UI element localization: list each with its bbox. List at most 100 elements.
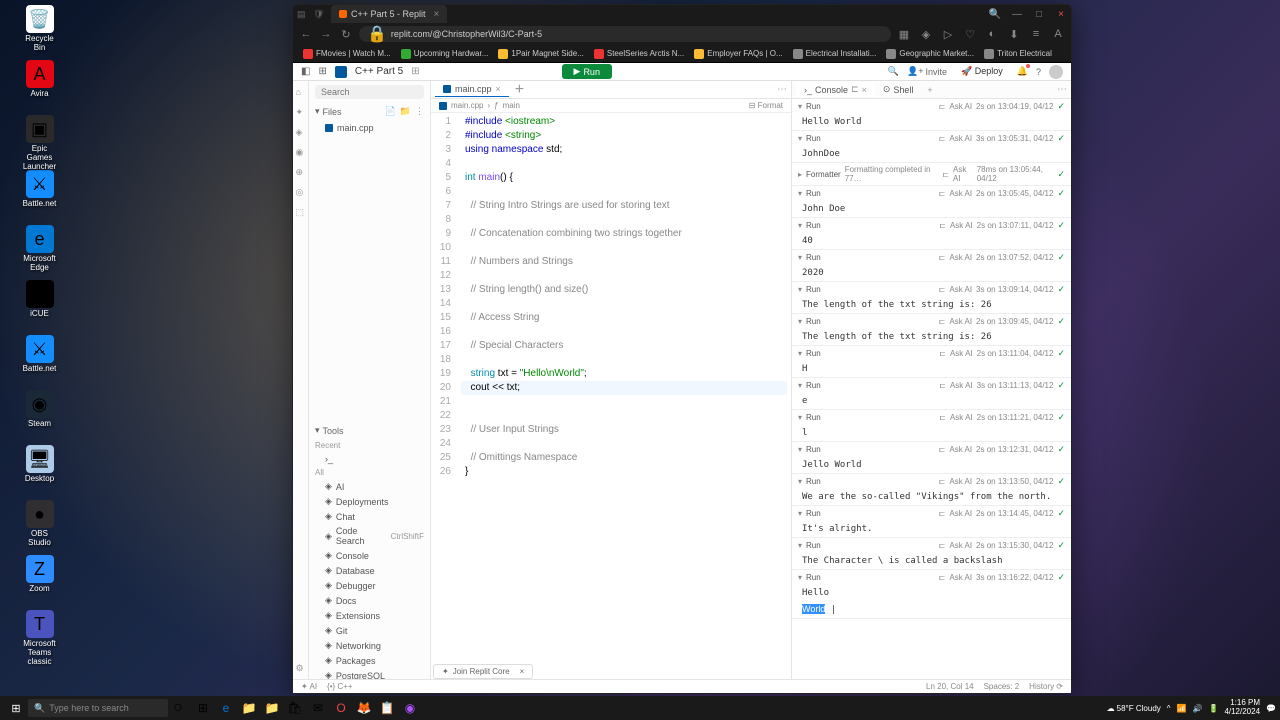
pin-icon[interactable]: ⊏ xyxy=(851,84,859,95)
tool-item[interactable]: ◈Console xyxy=(309,548,430,563)
task-view-icon[interactable]: ⊞ xyxy=(192,698,214,718)
ask-ai-button[interactable]: Ask AI xyxy=(949,445,972,454)
mail-icon[interactable]: ✉ xyxy=(307,698,329,718)
bookmark-item[interactable]: 1Pair Magnet Side... xyxy=(494,47,587,61)
explorer-icon[interactable]: 📁 xyxy=(238,698,260,718)
ext-icon[interactable]: A xyxy=(1051,27,1065,41)
expand-icon[interactable]: ⊏ xyxy=(939,477,946,486)
ask-ai-button[interactable]: Ask AI xyxy=(953,165,973,183)
shell-tab[interactable]: ⊙ Shell xyxy=(875,82,922,97)
ask-ai-button[interactable]: Ask AI xyxy=(949,573,972,582)
chevron-down-icon[interactable]: ▾ xyxy=(798,134,802,143)
ask-ai-button[interactable]: Ask AI xyxy=(950,349,973,358)
url-field[interactable]: 🔒 replit.com/@ChristopherWil3/C-Part-5 xyxy=(359,26,891,42)
cortana-icon[interactable]: ○ xyxy=(168,699,188,717)
menu-icon[interactable]: ≡ xyxy=(1029,27,1043,41)
ask-ai-button[interactable]: Ask AI xyxy=(949,253,972,262)
ask-ai-button[interactable]: Ask AI xyxy=(950,413,973,422)
bookmark-item[interactable]: Electrical Installati... xyxy=(789,47,881,61)
run-button[interactable]: ▶ Run xyxy=(562,64,612,79)
expand-icon[interactable]: ⊏ xyxy=(939,102,946,111)
tool-item[interactable]: ◈Code SearchCtrlShiftF xyxy=(309,524,430,548)
desktop-icon[interactable]: ◉Steam xyxy=(22,390,58,442)
app-icon[interactable]: ◉ xyxy=(399,698,421,718)
breadcrumb[interactable]: main xyxy=(503,101,520,110)
reload-icon[interactable]: ↻ xyxy=(339,27,353,41)
tool-item[interactable]: ◈Docs xyxy=(309,593,430,608)
expand-icon[interactable]: ⊏ xyxy=(939,189,946,198)
sparkle-icon[interactable]: ✦ xyxy=(296,107,306,117)
expand-icon[interactable]: ⊏ xyxy=(939,349,946,358)
tool-item[interactable]: ◈Deployments xyxy=(309,494,430,509)
clock-date[interactable]: 4/12/2024 xyxy=(1224,708,1260,717)
ext-icon[interactable]: ◈ xyxy=(919,27,933,41)
maximize-icon[interactable]: □ xyxy=(1033,8,1045,20)
chevron-down-icon[interactable]: ▾ xyxy=(798,477,802,486)
tool-item[interactable]: ◈Chat xyxy=(309,509,430,524)
file-item-main[interactable]: main.cpp xyxy=(309,120,430,136)
chevron-down-icon[interactable]: ▾ xyxy=(798,253,802,262)
new-file-icon[interactable]: 📄 xyxy=(385,106,396,117)
editor-tab-main[interactable]: main.cpp × xyxy=(435,82,509,97)
close-icon[interactable]: × xyxy=(520,667,525,676)
chevron-down-icon[interactable]: ▾ xyxy=(798,509,802,518)
panel-icon[interactable]: ⊞ xyxy=(318,66,326,77)
notifications-icon[interactable]: 💬 xyxy=(1266,704,1276,713)
chevron-down-icon[interactable]: ▾ xyxy=(798,413,802,422)
opera-icon[interactable]: O xyxy=(330,698,352,718)
browser-tab[interactable]: C++ Part 5 - Replit × xyxy=(331,5,447,23)
ai-button[interactable]: ✦ AI xyxy=(301,682,317,691)
close-tab-icon[interactable]: × xyxy=(496,84,501,94)
tool-item[interactable]: ◈Database xyxy=(309,563,430,578)
new-tab-button[interactable]: + xyxy=(509,81,530,101)
desktop-icon[interactable]: TMicrosoft Teams classic xyxy=(22,610,58,662)
settings-icon[interactable]: ⚙ xyxy=(296,663,306,673)
console-tab[interactable]: ›_ Console ⊏ × xyxy=(796,82,875,97)
chevron-down-icon[interactable]: ▾ xyxy=(798,381,802,390)
tool-item[interactable]: ◈PostgreSQL xyxy=(309,668,430,679)
taskbar-search[interactable]: 🔍 Type here to search xyxy=(28,699,168,717)
edge-icon[interactable]: e xyxy=(215,698,237,718)
ext-icon[interactable]: ◐ xyxy=(985,27,999,41)
desktop-icon[interactable]: eMicrosoft Edge xyxy=(22,225,58,277)
cursor-position[interactable]: Ln 20, Col 14 xyxy=(926,682,974,691)
desktop-icon[interactable]: ⚔Battle.net xyxy=(22,170,58,222)
tool-item[interactable]: ◈Git xyxy=(309,623,430,638)
desktop-icon[interactable]: ⚔Battle.net xyxy=(22,335,58,387)
ask-ai-button[interactable]: Ask AI xyxy=(949,317,972,326)
tool-icon[interactable]: ◎ xyxy=(296,187,306,197)
desktop-icon[interactable]: ▣Epic Games Launcher xyxy=(22,115,58,167)
ask-ai-button[interactable]: Ask AI xyxy=(949,509,972,518)
expand-icon[interactable]: ⊏ xyxy=(939,413,946,422)
ext-icon[interactable]: ▷ xyxy=(941,27,955,41)
search-icon[interactable]: 🔍 xyxy=(888,66,899,77)
expand-icon[interactable]: ⊏ xyxy=(939,509,946,518)
chevron-down-icon[interactable]: ▾ xyxy=(798,221,802,230)
expand-icon[interactable]: ⊏ xyxy=(939,541,946,550)
close-tab-icon[interactable]: × xyxy=(862,85,867,95)
expand-icon[interactable]: ⊏ xyxy=(939,221,946,230)
tool-icon[interactable]: ⊕ xyxy=(296,167,306,177)
lang-button[interactable]: {•} C++ xyxy=(327,682,353,691)
desktop-icon[interactable]: 🖥Desktop xyxy=(22,445,58,497)
chevron-down-icon[interactable]: ▾ xyxy=(798,349,802,358)
chevron-down-icon[interactable]: ▾ xyxy=(798,285,802,294)
forward-icon[interactable]: → xyxy=(319,27,333,41)
bookmark-item[interactable]: Employer FAQs | O... xyxy=(690,47,786,61)
expand-icon[interactable]: ⊏ xyxy=(939,381,946,390)
search-input[interactable] xyxy=(315,85,424,99)
code-editor[interactable]: 1234567891011121314151617181920212223242… xyxy=(431,113,791,679)
ask-ai-button[interactable]: Ask AI xyxy=(949,285,972,294)
ask-ai-button[interactable]: Ask AI xyxy=(950,381,973,390)
new-tab-button[interactable]: + xyxy=(921,83,938,97)
bell-icon[interactable]: 🔔 xyxy=(1017,66,1028,77)
tools-header[interactable]: ▾ Tools xyxy=(309,422,430,439)
chevron-down-icon[interactable]: ▾ xyxy=(798,189,802,198)
format-button[interactable]: ⊟ Format xyxy=(749,101,783,110)
tool-recent[interactable]: ›_ xyxy=(309,452,430,466)
start-button[interactable]: ⊞ xyxy=(4,698,28,718)
more-icon[interactable]: ⋯ xyxy=(777,84,787,95)
tool-item[interactable]: ◈Networking xyxy=(309,638,430,653)
close-icon[interactable]: × xyxy=(1055,8,1067,20)
tray-chevron-icon[interactable]: ^ xyxy=(1167,704,1171,713)
